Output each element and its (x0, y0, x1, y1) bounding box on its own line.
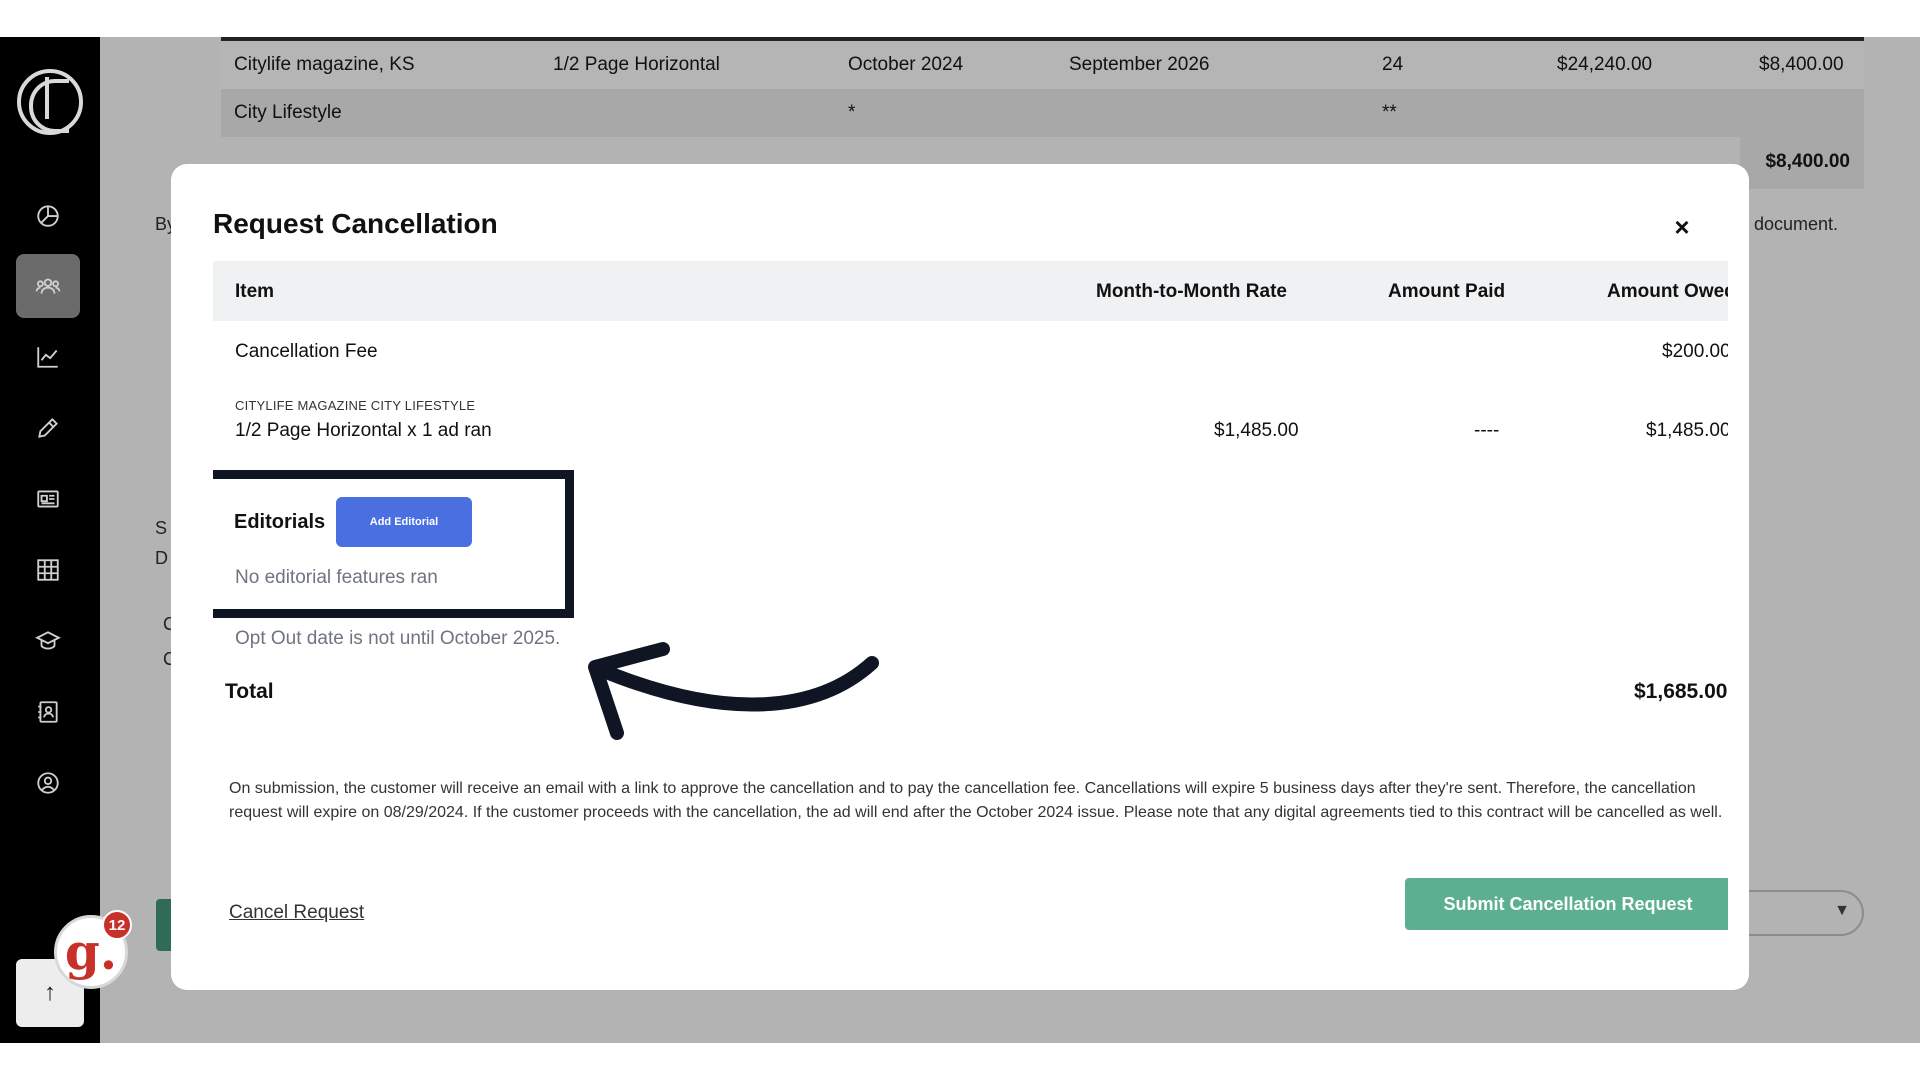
cancel-request-link[interactable]: Cancel Request (229, 902, 364, 924)
background-grand-total: $8,400.00 (1765, 151, 1850, 172)
background-total-box: $8,400.00 (1740, 133, 1864, 189)
sidebar-item-customers[interactable] (16, 254, 80, 318)
background-contract-table: Citylife magazine, KS 1/2 Page Horizonta… (221, 37, 1864, 137)
newspaper-icon (37, 490, 59, 508)
issues-cell: ** (1382, 102, 1397, 123)
sidebar-item-training[interactable] (16, 609, 80, 673)
sidebar-item-contacts[interactable] (16, 680, 80, 744)
opt-out-text: Opt Out date is not until October 2025. (235, 628, 561, 649)
editorials-label: Editorials (234, 511, 326, 533)
background-select[interactable]: ▼ (1748, 890, 1864, 936)
grid-icon (37, 559, 59, 581)
add-editorial-button[interactable]: Add Editorial (336, 497, 472, 547)
start-cell: * (848, 102, 856, 123)
total-value: $1,685.00 (1634, 680, 1728, 703)
submit-cancellation-button[interactable]: Submit Cancellation Request (1405, 878, 1728, 930)
sidebar-item-edit[interactable] (16, 396, 80, 460)
app-frame: Citylife magazine, KS 1/2 Page Horizonta… (0, 37, 1920, 1043)
background-text-fragment: S (155, 518, 168, 538)
table-row: Citylife magazine, KS 1/2 Page Horizonta… (221, 41, 1864, 89)
ad-rate-cell: $1,485.00 (1214, 420, 1299, 441)
publication-cell: City Lifestyle (234, 102, 342, 123)
header-amount-owed: Amount Owed (1607, 281, 1728, 302)
sidebar-item-account[interactable] (16, 751, 80, 815)
sidebar-item-reports[interactable] (16, 325, 80, 389)
fee-item-cell: Cancellation Fee (235, 341, 378, 362)
chevron-down-icon: ▼ (1834, 902, 1850, 919)
pencil-icon (38, 418, 58, 438)
arrow-up-icon: ↑ (44, 979, 56, 1006)
start-cell: October 2024 (848, 54, 964, 75)
background-text-fragment: D (155, 548, 168, 568)
line-chart-icon (37, 347, 58, 368)
sidebar-item-grid[interactable] (16, 538, 80, 602)
annotation-arrow-icon (588, 642, 879, 740)
publication-cell: Citylife magazine, KS (234, 54, 415, 75)
close-icon[interactable]: × (1667, 212, 1697, 242)
logo[interactable] (17, 69, 83, 135)
end-cell: September 2026 (1069, 54, 1210, 75)
fee-owed-cell: $200.00 (1662, 341, 1728, 362)
header-amount-paid: Amount Paid (1388, 281, 1506, 302)
total-label: Total (225, 680, 274, 703)
background-document-text: document. (1754, 214, 1839, 234)
submission-note: On submission, the customer will receive… (229, 780, 1723, 821)
pie-chart-icon (37, 205, 59, 227)
header-item: Item (235, 281, 275, 302)
sidebar-item-publications[interactable] (16, 467, 80, 531)
users-icon (35, 278, 61, 294)
graduation-cap-icon (35, 631, 61, 650)
issues-cell: 24 (1382, 54, 1404, 75)
ad-paid-cell: ---- (1474, 420, 1500, 441)
ad-owed-cell: $1,485.00 (1646, 420, 1728, 441)
amount-cell: $8,400.00 (1759, 54, 1844, 75)
sidebar: ↑ (0, 37, 100, 1043)
modal-title: Request Cancellation (213, 208, 498, 239)
request-cancellation-modal: Request Cancellation × Item Month-to-Mon… (171, 164, 1749, 990)
publication-caption: CITYLIFE MAGAZINE CITY LIFESTYLE (235, 398, 476, 413)
editorials-empty-text: No editorial features ran (235, 567, 438, 588)
ad-item-cell: 1/2 Page Horizontal x 1 ad ran (235, 420, 492, 441)
total-cell: $24,240.00 (1557, 54, 1653, 75)
table-row: City Lifestyle * ** (221, 89, 1864, 137)
header-rate: Month-to-Month Rate (1096, 281, 1287, 302)
notification-count-badge: 12 (102, 910, 132, 940)
table-header: Item Month-to-Month Rate Amount Paid Amo… (213, 261, 1728, 321)
ad-size-cell: 1/2 Page Horizontal (553, 54, 720, 75)
modal-body: Item Month-to-Month Rate Amount Paid Amo… (213, 261, 1728, 981)
sidebar-item-dashboard[interactable] (16, 183, 80, 247)
contact-book-icon (38, 701, 58, 723)
user-circle-icon (37, 772, 59, 794)
